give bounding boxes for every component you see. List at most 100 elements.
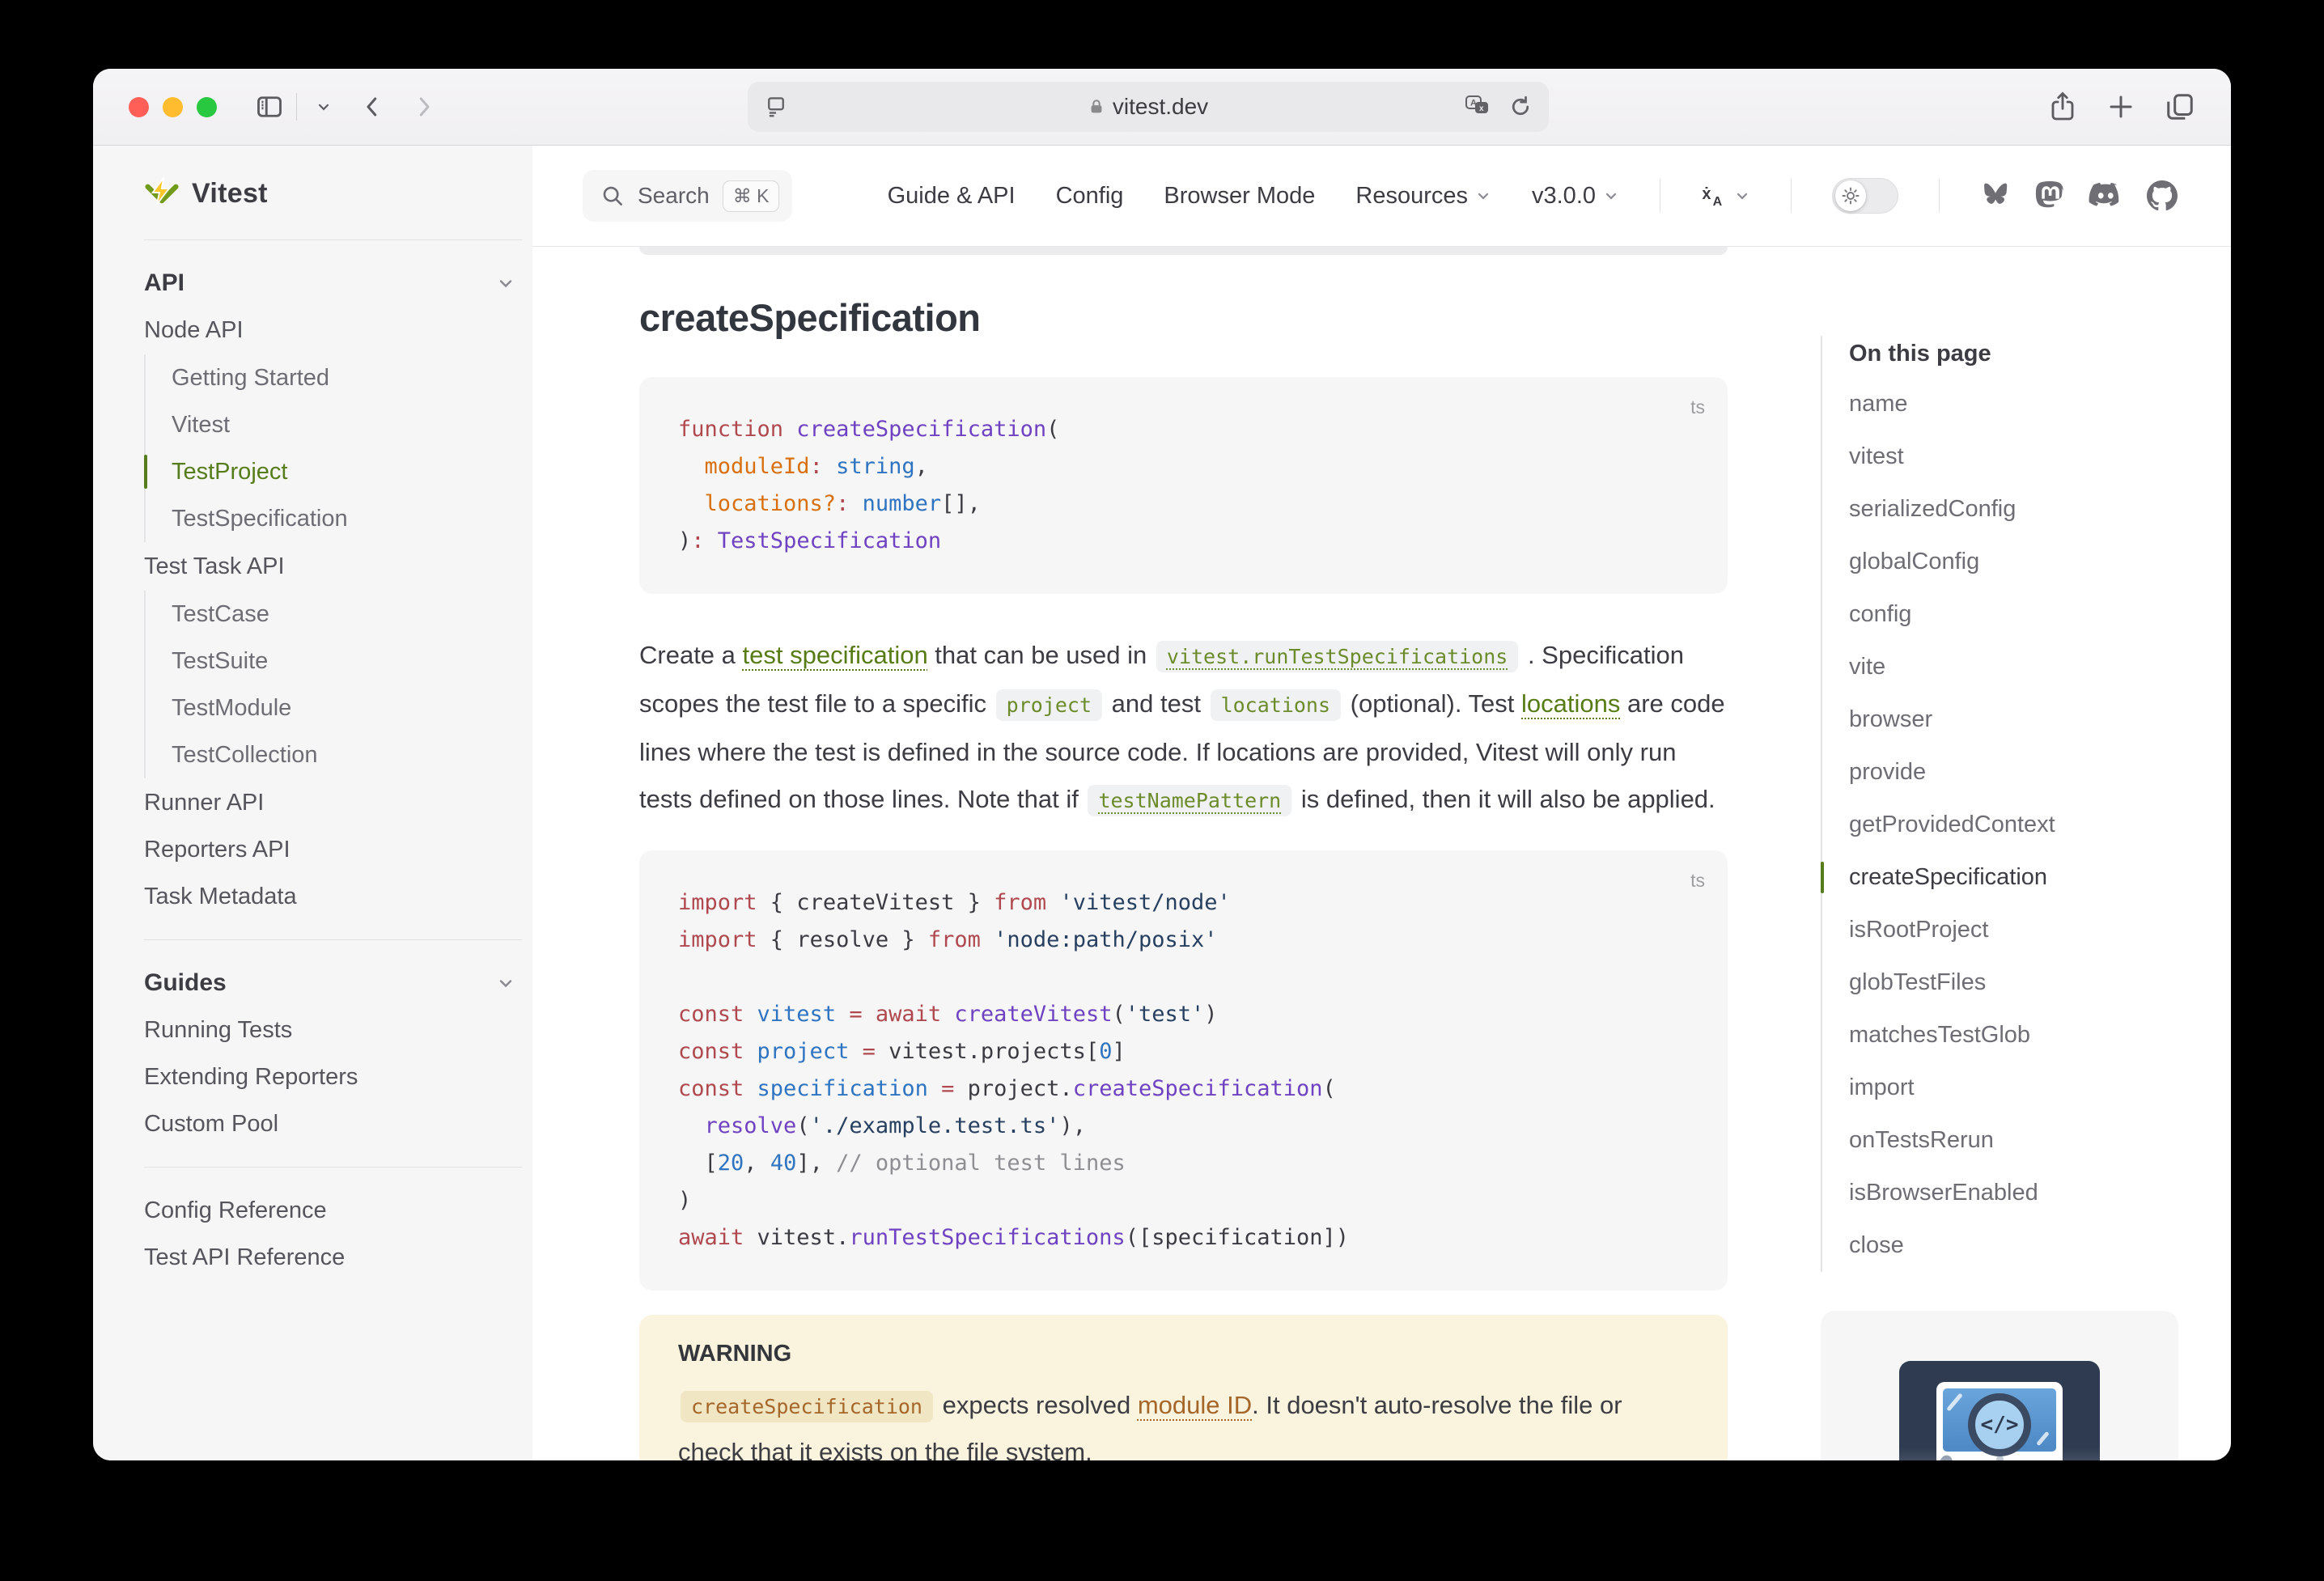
new-tab-icon[interactable] [2106, 92, 2135, 121]
inline-link[interactable]: module ID [1138, 1391, 1252, 1419]
inline-link[interactable]: locations [1521, 689, 1620, 718]
code-language-badge: ts [1690, 862, 1705, 899]
nav-link-config[interactable]: Config [1056, 183, 1124, 210]
sidebar-item-node-api[interactable]: Node API [144, 307, 522, 354]
sidebar-item-test-task-api[interactable]: Test Task API [144, 543, 522, 590]
outline-item-vite[interactable]: vite [1849, 641, 2182, 693]
sidebar-item-config-reference[interactable]: Config Reference [144, 1187, 522, 1234]
chevron-down-icon [496, 273, 515, 293]
translate-icon: ẋA [1701, 183, 1727, 209]
bluesky-icon[interactable] [1980, 182, 2011, 210]
outline-item-globtestfiles[interactable]: globTestFiles [1849, 956, 2182, 1009]
search-placeholder: Search [638, 183, 710, 209]
page-title: createSpecification [639, 295, 1728, 340]
sidebar-item-vitest[interactable]: Vitest [172, 401, 522, 448]
address-bar[interactable]: vitest.dev Ax [748, 82, 1549, 132]
toolbar-divider [296, 93, 297, 121]
nav-link-guide-api[interactable]: Guide & API [888, 183, 1016, 210]
chevron-right-icon [412, 95, 436, 119]
sidebar-item-extending-reporters[interactable]: Extending Reporters [144, 1053, 522, 1100]
back-button[interactable] [354, 88, 391, 125]
outline-item-browser[interactable]: browser [1849, 693, 2182, 746]
inline-code: createSpecification [681, 1391, 933, 1422]
sidebar-item-testcase[interactable]: TestCase [172, 591, 522, 638]
svg-text:ẋ: ẋ [1702, 185, 1711, 203]
sidebar-section-api-label: API [144, 260, 184, 307]
theme-toggle-knob [1835, 180, 1866, 211]
outline-item-createspecification[interactable]: createSpecification [1849, 851, 2182, 904]
sidebar-item-testspecification[interactable]: TestSpecification [172, 495, 522, 542]
discord-icon[interactable] [2089, 182, 2123, 210]
translate-icon[interactable]: Ax [1465, 94, 1494, 120]
outline-item-config[interactable]: config [1849, 588, 2182, 641]
sidebar-toggle-button[interactable] [251, 88, 288, 125]
outline-item-close[interactable]: close [1849, 1219, 2182, 1272]
sidebar-item-testcollection[interactable]: TestCollection [172, 731, 522, 778]
sidebar-item-testsuite[interactable]: TestSuite [172, 638, 522, 685]
outline-item-getprovidedcontext[interactable]: getProvidedContext [1849, 799, 2182, 851]
sidebar-item-testproject[interactable]: TestProject [172, 448, 522, 495]
sidebar-group-node-api: Getting Started Vitest TestProject TestS… [144, 354, 522, 542]
sidebar-section-guides[interactable]: Guides [144, 960, 522, 1007]
social-links [1980, 180, 2178, 211]
outline-item-vitest[interactable]: vitest [1849, 430, 2182, 483]
inline-code-link[interactable]: vitest.runTestSpecifications [1156, 641, 1518, 672]
mastodon-icon[interactable] [2035, 180, 2064, 211]
sidebar-section-api[interactable]: API [144, 260, 522, 307]
zoom-window-button[interactable] [197, 97, 217, 117]
code-block-signature[interactable]: ts function createSpecification( moduleI… [639, 377, 1728, 594]
reload-icon[interactable] [1508, 95, 1533, 119]
outline-item-isbrowserenabled[interactable]: isBrowserEnabled [1849, 1167, 2182, 1219]
inline-code: locations [1211, 689, 1341, 721]
vitest-logo[interactable]: Vitest [144, 167, 522, 220]
header-divider [1939, 179, 1940, 213]
tab-overview-icon[interactable] [2165, 91, 2195, 122]
reader-view-icon[interactable] [764, 95, 788, 119]
share-icon[interactable] [2048, 91, 2077, 123]
previous-code-block-edge [639, 247, 1728, 255]
outline-item-isrootproject[interactable]: isRootProject [1849, 904, 2182, 956]
outline-item-import[interactable]: import [1849, 1062, 2182, 1114]
language-selector[interactable]: ẋA [1701, 183, 1750, 209]
outline-item-serializedconfig[interactable]: serializedConfig [1849, 483, 2182, 536]
nav-link-browser-mode[interactable]: Browser Mode [1164, 183, 1315, 210]
sidebar-item-getting-started[interactable]: Getting Started [172, 354, 522, 401]
outline-item-provide[interactable]: provide [1849, 746, 2182, 799]
warning-callout: WARNING createSpecification expects reso… [639, 1315, 1728, 1460]
sidebar-item-task-metadata[interactable]: Task Metadata [144, 873, 522, 920]
chevron-down-icon [1475, 188, 1491, 204]
site-nav: Guide & API Config Browser Mode Resource… [888, 178, 2178, 214]
traffic-lights [129, 97, 217, 117]
sponsor-ad-card[interactable]: </> [1821, 1311, 2178, 1460]
sidebar-group-test-task-api: TestCase TestSuite TestModule TestCollec… [144, 591, 522, 778]
outline-item-name[interactable]: name [1849, 378, 2182, 430]
outline-item-ontestsrerun[interactable]: onTestsRerun [1849, 1114, 2182, 1167]
sidebar-item-runner-api[interactable]: Runner API [144, 779, 522, 826]
search-input[interactable]: Search ⌘ K [583, 170, 792, 222]
sidebar-item-test-api-reference[interactable]: Test API Reference [144, 1234, 522, 1281]
sidebar-item-running-tests[interactable]: Running Tests [144, 1007, 522, 1053]
sidebar-item-reporters-api[interactable]: Reporters API [144, 826, 522, 873]
lock-icon [1088, 97, 1105, 117]
sidebar-item-custom-pool[interactable]: Custom Pool [144, 1100, 522, 1147]
inline-link[interactable]: test specification [743, 641, 928, 669]
site-header: Search ⌘ K Guide & API Config Browser Mo… [532, 146, 2231, 247]
theme-toggle[interactable] [1832, 178, 1898, 214]
doc-article: createSpecification ts function createSp… [639, 247, 1728, 1460]
outline-item-matchestestglob[interactable]: matchesTestGlob [1849, 1009, 2182, 1062]
sidebar-item-testmodule[interactable]: TestModule [172, 685, 522, 731]
nav-dropdown-version[interactable]: v3.0.0 [1532, 183, 1619, 210]
browser-toolbar: vitest.dev Ax [93, 69, 2231, 146]
close-window-button[interactable] [129, 97, 149, 117]
page-outline: On this page name vitest serializedConfi… [1821, 336, 2182, 1460]
inline-code-link[interactable]: testNamePattern [1088, 785, 1291, 816]
github-icon[interactable] [2147, 180, 2178, 211]
code-block-example[interactable]: ts import { createVitest } from 'vitest/… [639, 850, 1728, 1291]
outline-item-globalconfig[interactable]: globalConfig [1849, 536, 2182, 588]
minimize-window-button[interactable] [163, 97, 183, 117]
code-language-badge: ts [1690, 388, 1705, 426]
sidebar-menu-chevron[interactable] [305, 88, 342, 125]
chevron-down-icon [496, 973, 515, 993]
nav-dropdown-resources[interactable]: Resources [1355, 183, 1491, 210]
forward-button[interactable] [405, 88, 443, 125]
